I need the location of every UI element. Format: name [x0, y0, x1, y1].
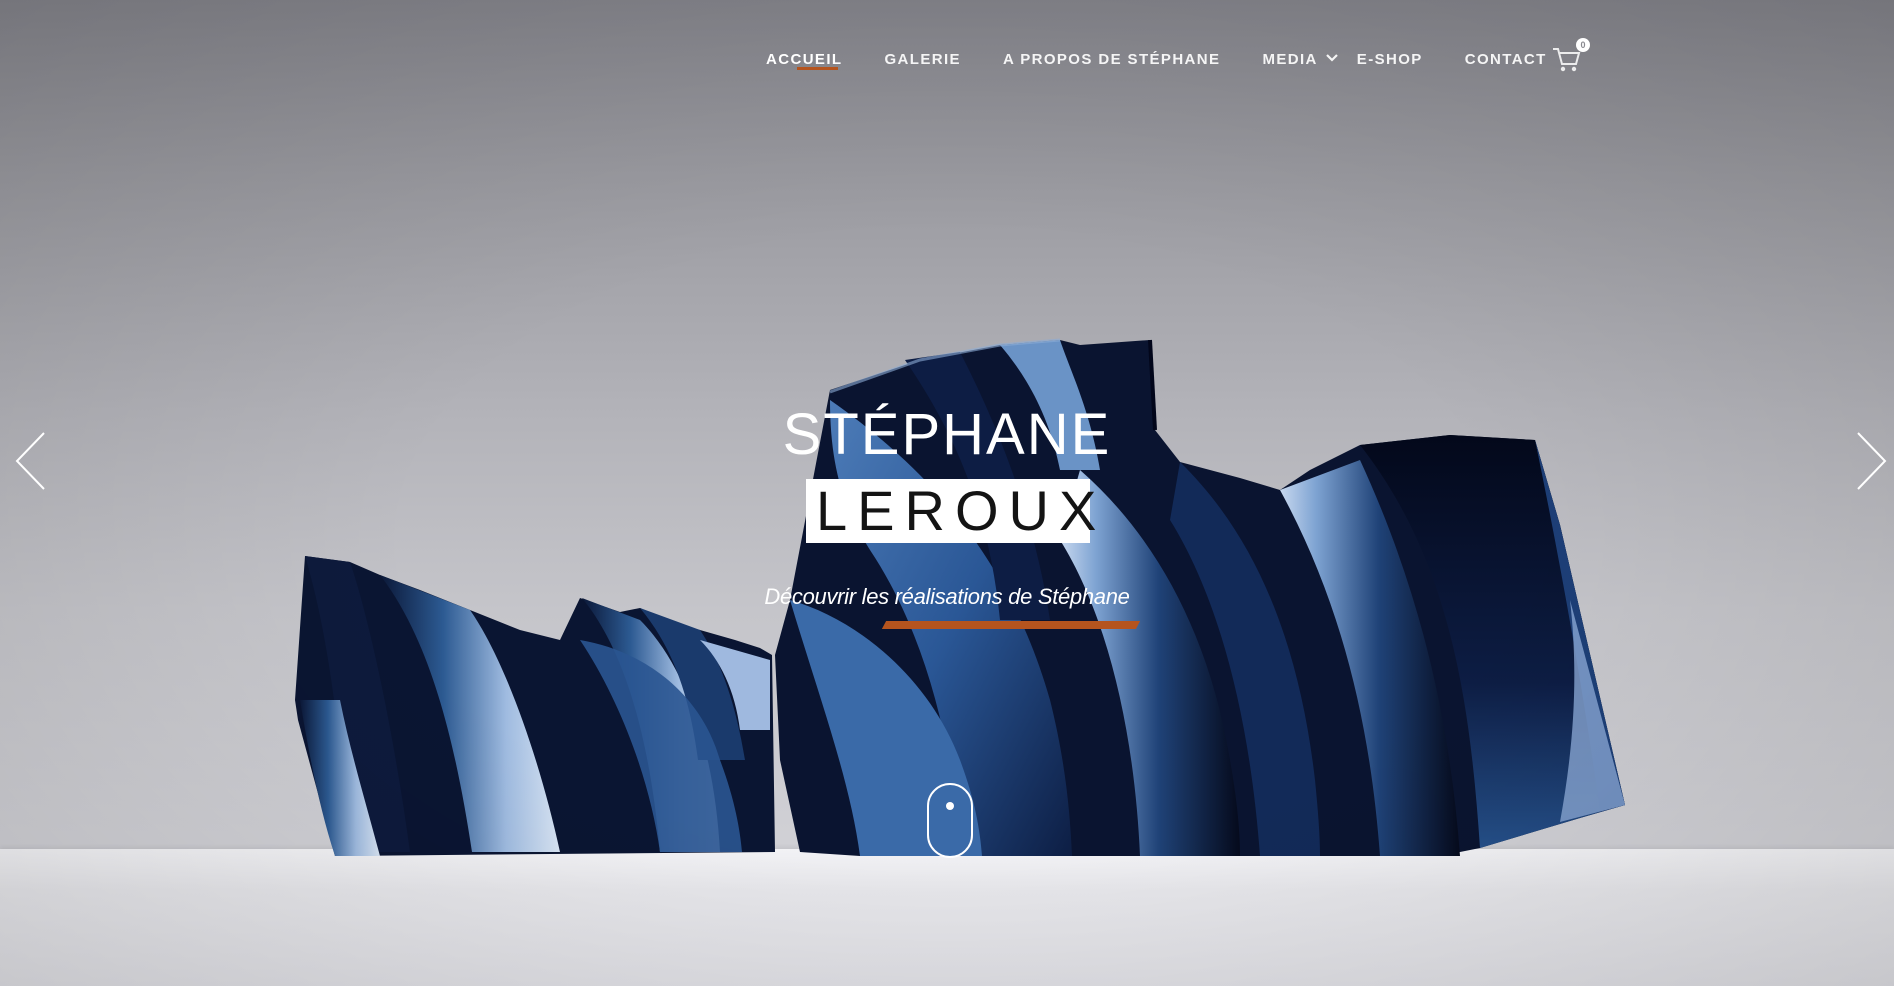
nav-item-e-shop[interactable]: E-SHOP	[1357, 51, 1423, 68]
active-nav-underline	[797, 67, 838, 70]
scroll-dot	[946, 802, 954, 810]
cart-count-badge: 0	[1576, 38, 1590, 52]
nav-item-media[interactable]: MEDIA	[1262, 51, 1338, 68]
cta-underline	[881, 621, 1141, 629]
chevron-down-icon	[1326, 53, 1338, 62]
cart-button[interactable]: 0	[1552, 38, 1592, 72]
chevron-right-icon[interactable]	[1852, 431, 1888, 491]
nav-item-a-propos[interactable]: A PROPOS DE STÉPHANE	[1003, 51, 1220, 68]
hero-title-last: LEROUX	[816, 479, 1107, 542]
mouse-scroll-icon[interactable]	[927, 783, 973, 858]
hero-title-first: STÉPHANE	[782, 402, 1112, 467]
nav-item-galerie[interactable]: GALERIE	[884, 51, 960, 68]
nav-item-media-label: MEDIA	[1262, 50, 1318, 68]
nav-item-accueil[interactable]: ACCUEIL	[766, 51, 842, 68]
chevron-left-icon[interactable]	[14, 431, 50, 491]
nav-item-contact[interactable]: CONTACT	[1465, 51, 1547, 68]
discover-link[interactable]: Découvrir les réalisations de Stéphane	[740, 584, 1154, 610]
main-nav: ACCUEIL GALERIE A PROPOS DE STÉPHANE MED…	[766, 47, 1589, 71]
